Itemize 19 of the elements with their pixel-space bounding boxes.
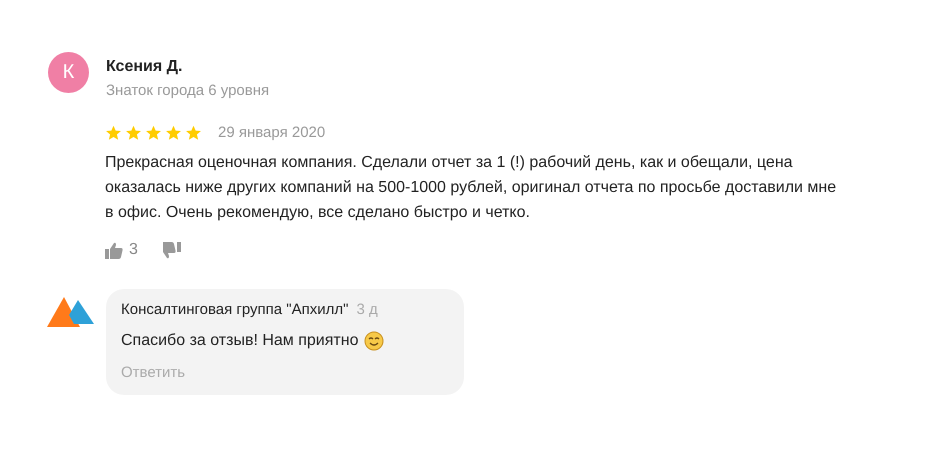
like-button[interactable] <box>105 242 123 258</box>
star-icon <box>125 124 142 140</box>
author-level: Знаток города 6 уровня <box>106 82 270 99</box>
review-text: Прекрасная оценочная компания. Сделали отчет за 1 (!) рабочий день, как и обещали, цена оказалась ниже других компаний на 500-1000 рублей, оригинал отчета по просьбе доставили мне в офис. Очень рекомендую, все сделано быстро и четко. <box>105 153 837 223</box>
avatar: К <box>48 52 89 93</box>
author-name: Ксения Д. <box>106 58 184 76</box>
reply-link[interactable]: Ответить <box>121 364 448 381</box>
reply-time: 3 д <box>356 301 378 318</box>
review-date: 29 января 2020 <box>218 124 326 141</box>
reply-author: Консалтинговая группа "Апхилл" <box>121 301 348 318</box>
star-icon <box>105 124 122 140</box>
smile-emoji-icon <box>364 331 384 351</box>
company-logo <box>47 297 94 327</box>
star-icon <box>145 124 162 140</box>
dislike-button[interactable] <box>162 241 182 259</box>
star-icon <box>165 124 182 140</box>
reply-text: Спасибо за отзыв! Нам приятно <box>121 332 358 350</box>
star-icon <box>185 124 202 140</box>
like-count: 3 <box>129 241 138 259</box>
